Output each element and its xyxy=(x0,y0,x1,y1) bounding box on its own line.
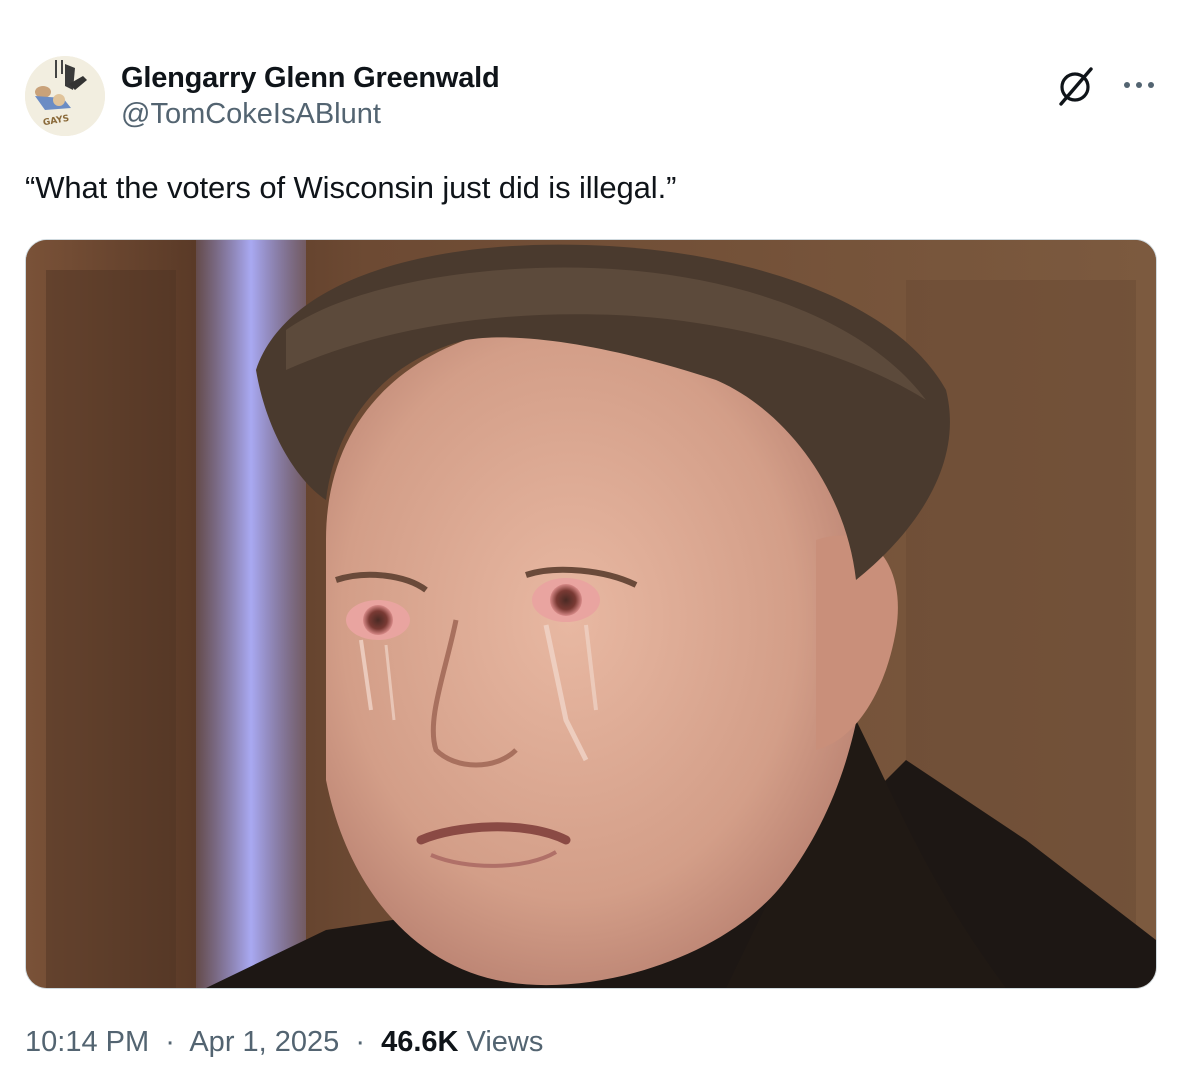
tweet-date[interactable]: Apr 1, 2025 xyxy=(189,1026,339,1058)
more-button[interactable] xyxy=(1116,70,1162,100)
tweet-media[interactable] xyxy=(25,239,1157,989)
tweet-meta: 10:14 PM · Apr 1, 2025 · 46.6K Views xyxy=(25,1022,543,1062)
user-handle[interactable]: @TomCokeIsABlunt xyxy=(121,96,500,132)
avatar-image: GAYS xyxy=(25,56,105,136)
views-label: Views xyxy=(466,1026,544,1058)
meta-separator-2: · xyxy=(355,1026,366,1058)
grok-icon xyxy=(1059,67,1093,106)
views-count: 46.6K xyxy=(381,1026,459,1058)
media-image xyxy=(26,240,1156,988)
more-icon xyxy=(1124,82,1154,88)
tweet-text: “What the voters of Wisconsin just did i… xyxy=(25,170,677,205)
tweet-time[interactable]: 10:14 PM xyxy=(25,1026,149,1058)
meta-separator-1: · xyxy=(165,1026,175,1058)
grok-button[interactable] xyxy=(1056,66,1096,106)
display-name[interactable]: Glengarry Glenn Greenwald xyxy=(121,60,500,96)
tweet: GAYS Glengarry Glenn Greenwald @TomCokeI… xyxy=(0,0,1178,1080)
author-block: Glengarry Glenn Greenwald @TomCokeIsABlu… xyxy=(121,60,500,132)
avatar[interactable]: GAYS xyxy=(25,56,105,136)
